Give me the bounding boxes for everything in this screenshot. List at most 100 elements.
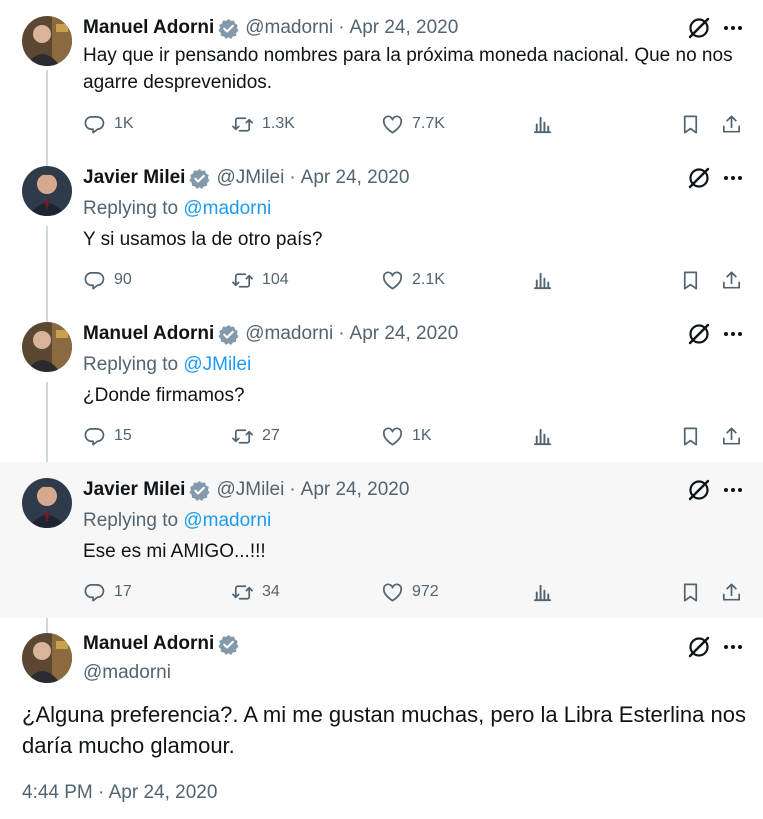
reply-icon — [84, 271, 105, 290]
author-handle[interactable]: @madorni — [83, 662, 171, 684]
views-button[interactable] — [531, 267, 554, 293]
retweet-icon — [232, 116, 253, 132]
mention-link[interactable]: @JMilei — [183, 354, 251, 375]
author-handle[interactable]: @JMilei — [216, 167, 284, 189]
verified-badge-icon — [218, 18, 239, 39]
mention-link[interactable]: @madorni — [183, 198, 271, 219]
bookmark-icon — [683, 582, 698, 602]
retweet-button[interactable]: 34 — [231, 579, 280, 605]
tweet-text: Y si usamos la de otro país? — [83, 229, 323, 250]
replying-to: Replying to @madorni — [83, 198, 271, 220]
verified-badge-icon — [189, 168, 210, 189]
author-handle[interactable]: @JMilei — [216, 479, 284, 501]
views-button[interactable] — [531, 579, 554, 605]
reply-button[interactable]: 17 — [83, 579, 132, 605]
author-name[interactable]: Manuel Adorni — [83, 17, 214, 39]
retweet-button[interactable]: 104 — [231, 267, 289, 293]
reply-button[interactable]: 90 — [83, 267, 132, 293]
grok-icon[interactable] — [687, 166, 711, 190]
tweet-text: Hay que ir pensando nombres para la próx… — [83, 45, 733, 93]
verified-badge-icon — [218, 324, 239, 345]
grok-icon[interactable] — [687, 16, 711, 40]
grok-icon[interactable] — [687, 635, 711, 659]
share-button[interactable] — [720, 267, 743, 293]
separator: · — [289, 479, 296, 500]
more-icon[interactable] — [722, 16, 744, 40]
share-button[interactable] — [720, 579, 743, 605]
tweet[interactable]: Manuel Adorni @madorni · Apr 24, 2020 Ha… — [0, 0, 763, 156]
reply-count: 1K — [114, 115, 134, 132]
author-handle[interactable]: @madorni — [245, 323, 333, 345]
tweet[interactable]: Manuel Adorni @madorni · Apr 24, 2020 Re… — [0, 312, 763, 468]
bookmark-button[interactable] — [679, 111, 702, 137]
like-button[interactable]: 2.1K — [381, 267, 445, 293]
bookmark-icon — [683, 426, 698, 446]
avatar[interactable] — [22, 633, 72, 683]
reply-count: 15 — [114, 427, 132, 444]
author-name[interactable]: Javier Milei — [83, 479, 185, 501]
tweet-date[interactable]: Apr 24, 2020 — [350, 17, 459, 39]
reply-count: 90 — [114, 271, 132, 288]
tweet-date[interactable]: Apr 24, 2020 — [301, 479, 410, 501]
like-count: 1K — [412, 427, 432, 444]
tweet-date[interactable]: Apr 24, 2020 — [350, 323, 459, 345]
heart-icon — [382, 583, 403, 602]
tweet-actions: 1K 1.3K 7.7K — [83, 111, 753, 137]
replying-to: Replying to @JMilei — [83, 354, 251, 376]
author-handle[interactable]: @madorni — [245, 17, 333, 39]
avatar[interactable] — [22, 478, 72, 528]
heart-icon — [382, 427, 403, 446]
more-icon[interactable] — [722, 635, 744, 659]
tweet-actions: 15 27 1K — [83, 423, 753, 449]
like-button[interactable]: 972 — [381, 579, 439, 605]
replying-to-label: Replying to — [83, 510, 184, 531]
avatar[interactable] — [22, 166, 72, 216]
replying-to: Replying to @madorni — [83, 510, 271, 532]
reply-icon — [84, 583, 105, 602]
tweet-header: Manuel Adorni @madorni · Apr 24, 2020 — [83, 16, 458, 40]
bookmark-button[interactable] — [679, 579, 702, 605]
avatar[interactable] — [22, 322, 72, 372]
replying-to-label: Replying to — [83, 354, 184, 375]
reply-count: 17 — [114, 583, 132, 600]
views-icon — [533, 272, 552, 289]
mention-link[interactable]: @madorni — [183, 510, 271, 531]
more-icon[interactable] — [722, 478, 744, 502]
tweet-timestamp[interactable]: 4:44 PM · Apr 24, 2020 — [22, 782, 217, 804]
retweet-icon — [232, 272, 253, 288]
tweet-date[interactable]: Apr 24, 2020 — [301, 167, 410, 189]
retweet-count: 27 — [262, 427, 280, 444]
tweet[interactable]: Javier Milei @JMilei · Apr 24, 2020 Repl… — [0, 156, 763, 312]
share-button[interactable] — [720, 423, 743, 449]
avatar[interactable] — [22, 16, 72, 66]
verified-badge-icon — [218, 634, 239, 655]
separator: · — [289, 167, 296, 188]
views-button[interactable] — [531, 423, 554, 449]
author-name[interactable]: Javier Milei — [83, 167, 185, 189]
like-button[interactable]: 7.7K — [381, 111, 445, 137]
share-icon — [722, 582, 741, 601]
reply-icon — [84, 115, 105, 134]
author-name[interactable]: Manuel Adorni — [83, 323, 214, 345]
views-icon — [533, 584, 552, 601]
retweet-button[interactable]: 1.3K — [231, 111, 295, 137]
author-name[interactable]: Manuel Adorni — [83, 633, 214, 655]
tweet-text: ¿Donde firmamos? — [83, 385, 245, 406]
more-icon[interactable] — [722, 322, 744, 346]
like-button[interactable]: 1K — [381, 423, 432, 449]
more-icon[interactable] — [722, 166, 744, 190]
bookmark-button[interactable] — [679, 423, 702, 449]
tweet[interactable]: Javier Milei @JMilei · Apr 24, 2020 Repl… — [0, 462, 763, 618]
bookmark-icon — [683, 270, 698, 290]
views-button[interactable] — [531, 111, 554, 137]
replying-to-label: Replying to — [83, 198, 184, 219]
retweet-button[interactable]: 27 — [231, 423, 280, 449]
share-button[interactable] — [720, 111, 743, 137]
tweet-header: Javier Milei @JMilei · Apr 24, 2020 — [83, 478, 409, 502]
reply-button[interactable]: 1K — [83, 111, 134, 137]
reply-button[interactable]: 15 — [83, 423, 132, 449]
bookmark-button[interactable] — [679, 267, 702, 293]
grok-icon[interactable] — [687, 478, 711, 502]
grok-icon[interactable] — [687, 322, 711, 346]
tweet-text: Ese es mi AMIGO...!!! — [83, 541, 266, 562]
